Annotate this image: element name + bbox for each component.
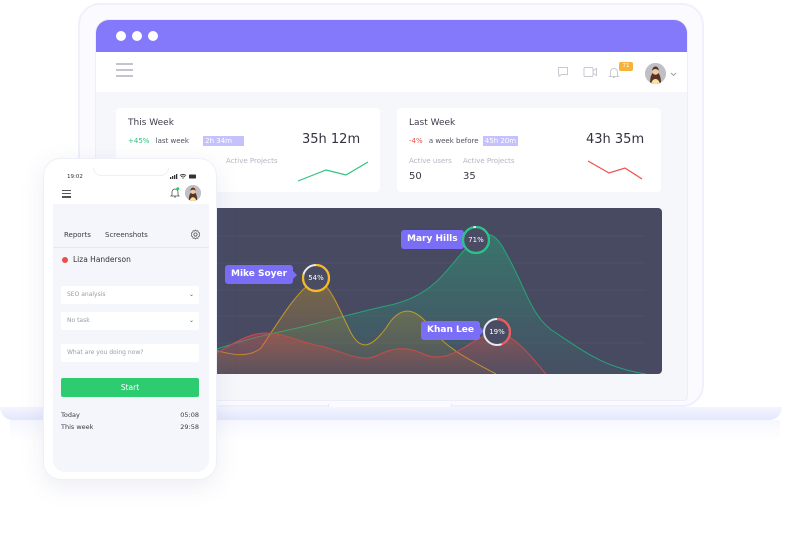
chevron-down-icon: ⌄ [188, 317, 194, 324]
active-projects-label: Active Projects [463, 157, 515, 165]
activity-chart: Mike Soyer 54% Mary Hills 71% Khan Lee 1… [206, 208, 662, 374]
video-icon[interactable] [583, 66, 598, 78]
task-select[interactable]: No task ⌄ [61, 312, 199, 330]
bell-icon[interactable] [170, 187, 180, 198]
window-dot[interactable] [116, 31, 126, 41]
today-row: Today 05:08 [61, 411, 199, 419]
card-title: Last Week [409, 118, 456, 128]
compare-value: 45h 20m [482, 136, 519, 146]
status-bar-icons [170, 174, 196, 179]
gear-icon[interactable] [190, 229, 201, 240]
change-percent: +45% [128, 137, 150, 145]
week-value: 29:58 [180, 423, 199, 431]
progress-percent: 71% [468, 236, 484, 244]
tab-reports[interactable]: Reports [64, 231, 91, 239]
window-dot[interactable] [148, 31, 158, 41]
avatar-image [185, 185, 201, 201]
phone-screen: 19:02 Reports Screenshots Liza Handerson… [53, 168, 209, 472]
compare-label: a week before [428, 137, 479, 145]
compare-value: 2h 34m [203, 136, 244, 146]
total-time: 35h 12m [302, 132, 361, 147]
notification-badge: 71 [619, 62, 633, 71]
phone-tab-bar: Reports Screenshots [53, 224, 209, 248]
comparison-row: +45% last week 2h 34m [128, 136, 244, 146]
window-dot[interactable] [132, 31, 142, 41]
activity-input[interactable]: What are you doing now? [61, 344, 199, 362]
chat-icon[interactable] [557, 66, 569, 78]
progress-percent: 19% [489, 328, 505, 336]
today-label: Today [61, 411, 80, 419]
project-select[interactable]: SEO analysis ⌄ [61, 286, 199, 304]
active-projects-value: 35 [463, 171, 476, 182]
user-name: Liza Handerson [73, 255, 131, 264]
avatar-image [645, 63, 666, 84]
phone-header: 19:02 [53, 168, 209, 204]
app-header: 71 [96, 52, 687, 92]
phone-device: 19:02 Reports Screenshots Liza Handerson… [43, 158, 217, 480]
status-dot [62, 256, 68, 263]
progress-ring-mary-hills: 71% [461, 225, 491, 255]
change-percent: -4% [409, 137, 423, 145]
progress-ring-khan-lee: 19% [482, 317, 512, 347]
compare-label: last week [155, 137, 189, 145]
menu-icon[interactable] [116, 63, 133, 77]
window-titlebar [96, 20, 687, 52]
tab-screenshots[interactable]: Screenshots [105, 231, 148, 239]
active-projects-label: Active Projects [226, 157, 278, 165]
card-title: This Week [128, 118, 174, 128]
week-label: This week [61, 423, 94, 431]
progress-ring-mike-soyer: 54% [301, 263, 331, 293]
avatar[interactable] [645, 63, 666, 84]
current-user: Liza Handerson [62, 255, 131, 264]
person-tag-mike-soyer[interactable]: Mike Soyer [225, 265, 298, 284]
trend-sparkline [297, 161, 369, 182]
total-time: 43h 35m [586, 132, 645, 147]
person-tag-khan-lee[interactable]: Khan Lee [421, 321, 484, 340]
comparison-row: -4% a week before 45h 20m [409, 136, 519, 146]
start-button[interactable]: Start [61, 378, 199, 397]
menu-icon[interactable] [62, 190, 71, 200]
active-users-value: 50 [409, 171, 422, 182]
activity-input-placeholder: What are you doing now? [67, 349, 144, 356]
progress-percent: 54% [308, 274, 324, 282]
phone-notch [93, 168, 169, 176]
chevron-down-icon: ⌄ [188, 291, 194, 298]
active-users-label: Active users [409, 157, 452, 165]
chevron-down-icon[interactable] [670, 72, 677, 77]
week-row: This week 29:58 [61, 423, 199, 431]
trend-sparkline [587, 160, 643, 180]
project-select-value: SEO analysis [67, 291, 106, 298]
task-select-value: No task [67, 317, 90, 324]
today-value: 05:08 [180, 411, 199, 419]
person-tag-mary-hills[interactable]: Mary Hills [401, 230, 468, 249]
phone-clock: 19:02 [67, 174, 83, 180]
avatar[interactable] [185, 185, 201, 201]
last-week-card: Last Week -4% a week before 45h 20m 43h … [397, 108, 661, 192]
